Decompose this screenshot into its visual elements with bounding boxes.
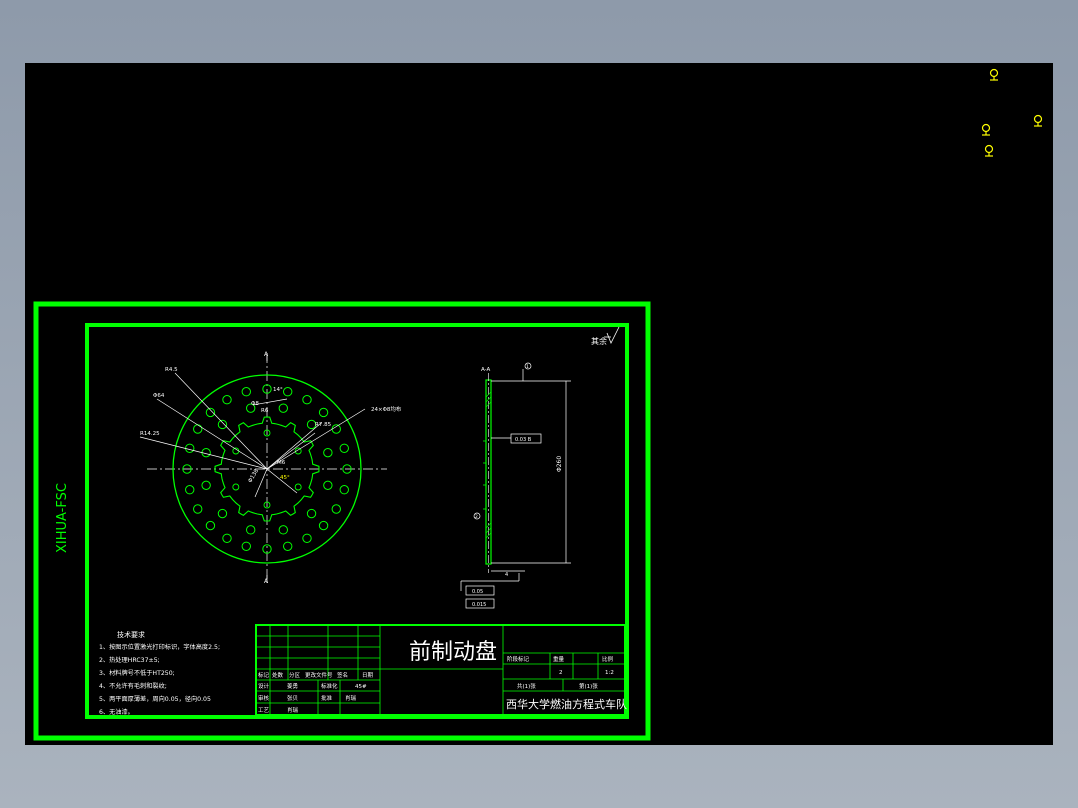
sheet-number: 第(1)张	[579, 682, 598, 690]
company-name: 西华大学燃油方程式车队	[506, 697, 627, 711]
header-cell: 处数	[272, 671, 284, 679]
grip-marker[interactable]	[989, 68, 999, 81]
row-label: 设计	[258, 682, 270, 690]
vent-hole	[302, 533, 312, 543]
stage-header: 重量	[553, 655, 565, 663]
vent-hole	[283, 387, 293, 397]
marker-2: 2	[475, 514, 478, 520]
mount-hole	[294, 483, 302, 491]
vent-hole	[185, 443, 195, 453]
vent-hole	[222, 395, 232, 405]
vent-hole	[283, 541, 293, 551]
vent-hole	[205, 520, 216, 531]
tolerance-flat: 0.015	[472, 602, 486, 608]
tolerance-flatness: 0.03 B	[515, 437, 532, 443]
header-cell: 更改文件号	[305, 671, 333, 679]
mid-label: 批准	[321, 694, 333, 702]
vent-hole	[278, 525, 289, 535]
dim-phi138: Φ138	[248, 468, 261, 484]
dim-phi260: Φ260	[556, 456, 563, 472]
header-cell: 分区	[289, 671, 301, 679]
dim-r6: R6	[261, 408, 269, 414]
dim-holes-pattern: 24×Φ8均布	[371, 405, 402, 413]
title-block: 前制动盘 西华大学燃油方程式车队 标记 处数 分区 更改文件号 签名 日期 设计…	[255, 624, 627, 716]
dim-phi64: Φ64	[153, 393, 165, 399]
vent-hole	[217, 419, 228, 430]
grip-markers[interactable]	[981, 68, 1043, 157]
vent-hole	[306, 508, 317, 519]
roughness-symbol: 其余	[591, 326, 620, 346]
part-name: 前制动盘	[409, 640, 497, 665]
vent-hole	[323, 447, 333, 458]
roughness-note: 其余	[591, 336, 607, 346]
vent-hole	[222, 533, 232, 543]
tech-req-item: 5、两平面厚薄差，周向0.05，径向0.05	[99, 695, 211, 703]
vent-hole	[323, 480, 333, 491]
tech-req-item: 6、无油漆。	[99, 708, 134, 716]
grip-marker[interactable]	[981, 123, 991, 136]
tech-req-title: 技术要求	[117, 630, 145, 639]
cad-drawing: XIHUA-FSC 其余 A A R4.5 Φ64 R14.25 Φ8 R6 1…	[33, 68, 1043, 741]
dim-r7-85: R7.85	[315, 422, 332, 428]
tech-req-item: 2、热处理HRC37±5;	[99, 656, 160, 664]
mount-hole	[232, 483, 240, 491]
vent-hole	[193, 504, 203, 514]
side-view-section: A-A Φ260 1 2 0.03 B 4 0.05 0.015	[460, 362, 571, 609]
dim-thickness: 4	[505, 572, 508, 578]
dim-phi8: Φ8	[251, 401, 259, 407]
dim-45deg: 45°	[280, 475, 290, 481]
vent-hole	[278, 403, 289, 413]
row-value: 肖瑞	[287, 706, 299, 714]
stage-header: 比例	[602, 655, 614, 663]
vent-hole	[318, 520, 329, 531]
dim-14deg: 14°	[273, 387, 283, 393]
vent-hole	[331, 504, 341, 514]
tolerance-parallel: 0.05	[472, 589, 483, 595]
mid-value: 45#	[355, 684, 367, 690]
section-label-a-top: A	[264, 351, 269, 358]
tech-req-item: 4、不允许有毛刺和裂纹;	[99, 682, 167, 690]
dim-m6: M6	[277, 460, 286, 466]
stage-value: 1:2	[605, 670, 614, 676]
row-value: 姜勇	[287, 682, 298, 690]
sheet-count: 共(1)张	[517, 682, 536, 690]
vertical-code-label: XIHUA-FSC	[55, 483, 70, 553]
vent-hole	[245, 525, 256, 535]
tech-req-item: 1、按图示位置激光打印标识，字体高度2.5;	[99, 643, 220, 651]
front-view-disc: A A R4.5 Φ64 R14.25 Φ8 R6 14° 24×Φ8均布 R7…	[139, 351, 402, 585]
vent-hole	[185, 485, 195, 495]
vent-hole	[302, 395, 312, 405]
vent-hole	[217, 508, 228, 519]
grip-marker[interactable]	[1033, 114, 1043, 127]
vent-hole	[241, 541, 251, 551]
mid-value: 肖瑞	[345, 694, 357, 702]
vent-hole	[339, 485, 349, 495]
cad-viewport[interactable]: XIHUA-FSC 其余 A A R4.5 Φ64 R14.25 Φ8 R6 1…	[25, 63, 1053, 745]
section-label-a-bottom: A	[264, 578, 269, 585]
vent-hole	[201, 480, 211, 491]
marker-1: 1	[526, 364, 529, 370]
vent-hole	[339, 443, 349, 453]
row-label: 审核	[258, 694, 270, 702]
vent-hole	[331, 424, 341, 434]
vent-hole	[241, 387, 251, 397]
header-cell: 标记	[258, 671, 270, 679]
stage-header: 阶段标记	[507, 655, 530, 663]
vent-hole	[318, 407, 329, 418]
section-title: A-A	[481, 367, 491, 373]
row-value: 张贝	[287, 694, 299, 702]
header-cell: 日期	[362, 672, 374, 679]
grip-marker[interactable]	[984, 144, 994, 157]
header-cell: 签名	[337, 671, 348, 679]
vent-hole	[193, 424, 203, 434]
tech-req-item: 3、材料牌号不低于HT250;	[99, 669, 175, 677]
dim-r14-25: R14.25	[140, 431, 160, 437]
technical-requirements: 技术要求 1、按图示位置激光打印标识，字体高度2.5; 2、热处理HRC37±5…	[99, 630, 220, 716]
dim-r4-5: R4.5	[165, 367, 178, 373]
row-label: 工艺	[258, 707, 270, 714]
mid-label: 标准化	[321, 682, 338, 690]
stage-value: 2	[559, 670, 563, 676]
